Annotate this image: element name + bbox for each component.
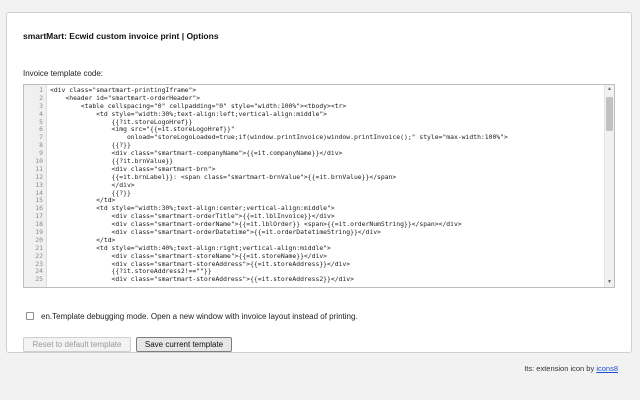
template-code-label: Invoice template code: xyxy=(23,69,104,78)
debug-mode-label[interactable]: en.Template debugging mode. Open a new w… xyxy=(41,312,358,321)
code-text[interactable]: <div class="smartmart-storeAddress">{{=i… xyxy=(50,275,354,284)
icons8-link[interactable]: icons8 xyxy=(596,364,618,373)
debug-mode-row[interactable]: en.Template debugging mode. Open a new w… xyxy=(26,310,358,322)
editor-scrollbar[interactable]: ▲ ▼ xyxy=(604,85,614,287)
page-title: smartMart: Ecwid custom invoice print | … xyxy=(23,31,219,41)
line-number: 25 xyxy=(35,275,43,284)
debug-mode-checkbox[interactable] xyxy=(26,312,34,320)
template-code-editor[interactable]: 1 <div class="smartmart-printingIframe"> 2… xyxy=(23,84,615,288)
reset-template-button[interactable]: Reset to default template xyxy=(23,337,131,352)
scroll-thumb[interactable] xyxy=(606,97,613,131)
options-panel: smartMart: Ecwid custom invoice print | … xyxy=(6,12,632,353)
footer-prefix: Its: extension icon by xyxy=(524,364,597,373)
code-line[interactable]: 25 <div class="smartmart-storeAddress">{… xyxy=(24,275,604,284)
footer-credits: Its: extension icon by icons8 xyxy=(524,364,618,373)
code-lines[interactable]: 1 <div class="smartmart-printingIframe"> 2… xyxy=(24,86,604,284)
scroll-down-arrow-icon[interactable]: ▼ xyxy=(605,278,614,287)
save-template-button[interactable]: Save current template xyxy=(136,337,232,352)
scroll-up-arrow-icon[interactable]: ▲ xyxy=(605,85,614,94)
